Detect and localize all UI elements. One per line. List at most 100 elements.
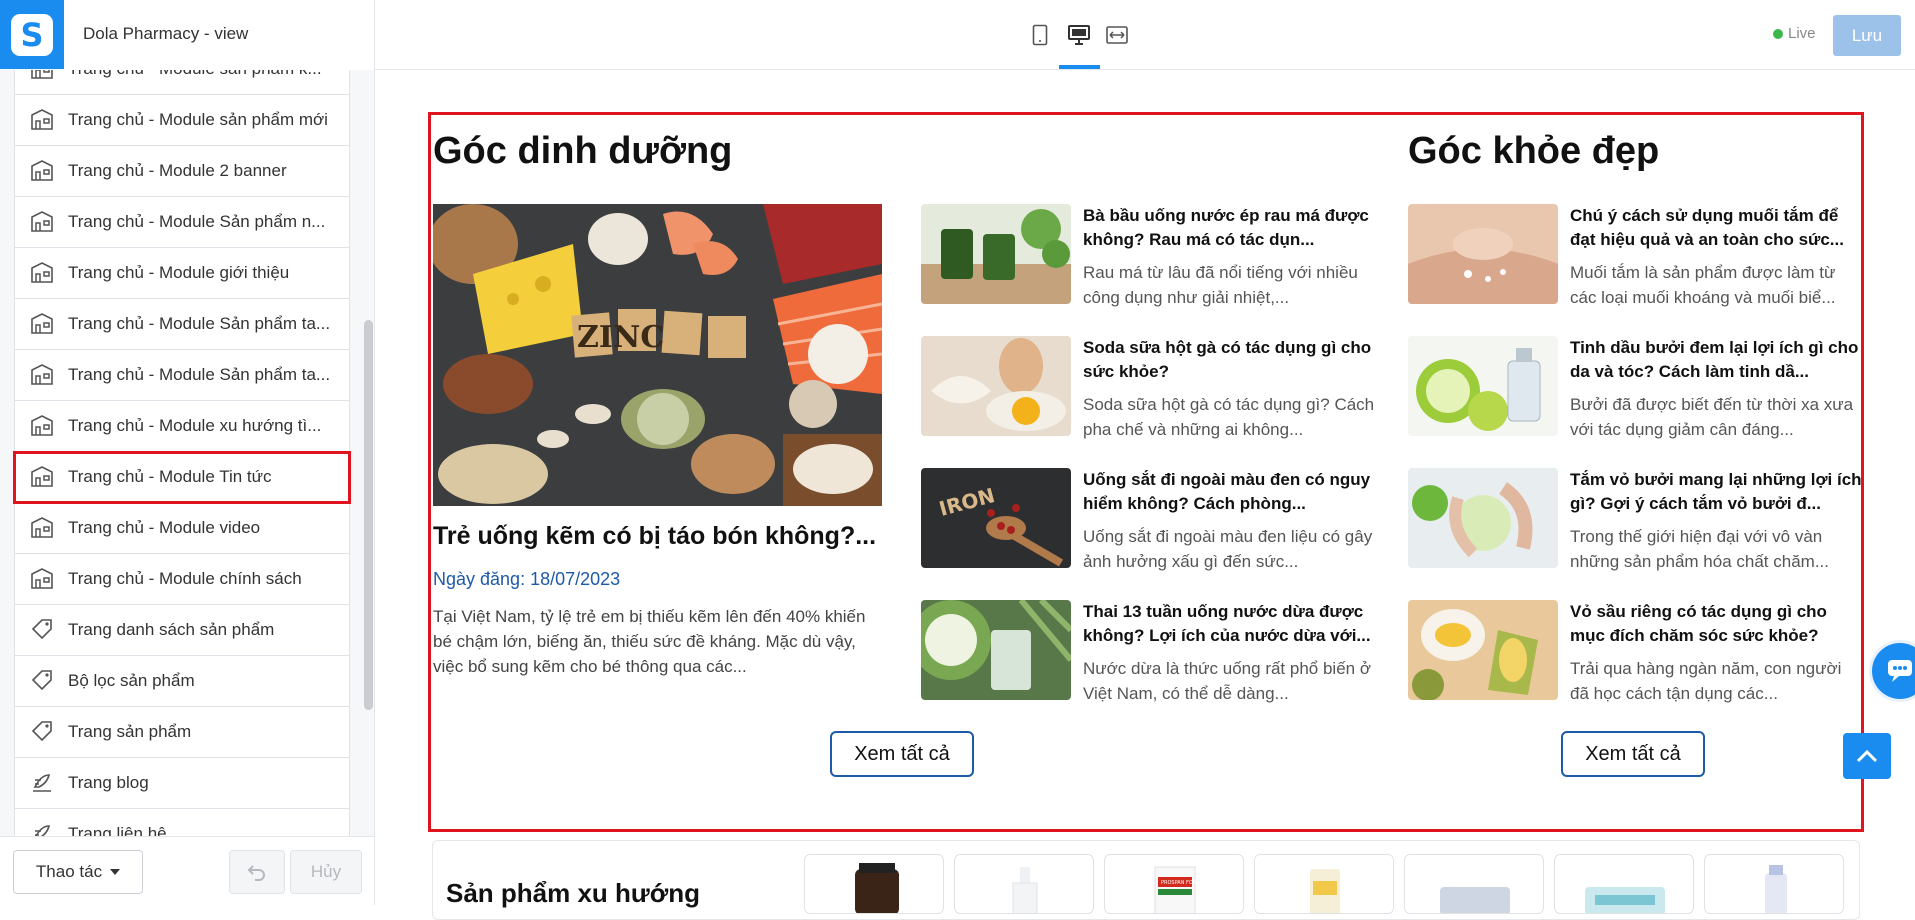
product-card[interactable]	[1704, 854, 1844, 914]
sidebar-item-label: Trang chủ - Module Sản phẩm n...	[68, 212, 326, 231]
desktop-view-icon[interactable]	[1066, 23, 1092, 47]
product-card[interactable]	[1254, 854, 1394, 914]
article-title[interactable]: Uống sắt đi ngoài màu đen có nguy hiểm k…	[1083, 468, 1375, 516]
article-thumbnail[interactable]	[1408, 204, 1558, 304]
sidebar-item[interactable]: Trang chủ - Module Sản phẩm n...	[14, 197, 350, 248]
product-card[interactable]: PROSPAN FORTE	[1104, 854, 1244, 914]
cancel-button[interactable]: Hủy	[290, 850, 362, 894]
article-desc: Soda sữa hột gà có tác dụng gì? Cách pha…	[1083, 395, 1375, 439]
tag-icon	[29, 668, 55, 694]
product-card[interactable]	[1554, 854, 1694, 914]
sidebar-item[interactable]: Trang liên hệ	[14, 809, 350, 836]
article-thumbnail[interactable]: IRON	[921, 468, 1071, 568]
sidebar-item[interactable]: Trang chủ - Module Sản phẩm ta...	[14, 350, 350, 401]
sidebar-item-label: Trang chủ - Module xu hướng tì...	[68, 416, 322, 435]
sidebar-item-label: Trang chủ - Module sản phẩm k...	[68, 70, 322, 79]
sidebar-item[interactable]: Trang sản phẩm	[14, 707, 350, 758]
article-desc: Bưởi đã được biết đến từ thời xa xưa với…	[1570, 395, 1854, 439]
article-title[interactable]: Vỏ sầu riêng có tác dụng gì cho mục đích…	[1570, 600, 1862, 648]
sidebar-item-label: Trang danh sách sản phẩm	[68, 620, 275, 639]
sidebar-item[interactable]: Trang chủ - Module sản phẩm mới	[14, 95, 350, 146]
chat-icon	[1888, 660, 1912, 682]
sidebar-item-label: Trang sản phẩm	[68, 722, 192, 741]
sidebar-item[interactable]: Trang chủ - Module chính sách	[14, 554, 350, 605]
article-desc: Muối tắm là sản phẩm được làm từ các loạ…	[1570, 263, 1836, 307]
sidebar-item-label: Trang liên hệ	[68, 824, 167, 836]
layout-icon	[29, 515, 55, 541]
article-thumbnail[interactable]	[1408, 600, 1558, 700]
layout-icon	[29, 209, 55, 235]
article-title[interactable]: Bà bầu uống nước ép rau má được không? R…	[1083, 204, 1375, 252]
article-thumbnail[interactable]	[921, 600, 1071, 700]
actions-label: Thao tác	[35, 862, 103, 881]
tag-icon	[29, 719, 55, 745]
sidebar-item[interactable]: Trang chủ - Module giới thiệu	[14, 248, 350, 299]
sidebar-item[interactable]: Bộ lọc sản phẩm	[14, 656, 350, 707]
article-thumbnail[interactable]	[921, 336, 1071, 436]
product-card[interactable]	[1404, 854, 1544, 914]
live-status: Live	[1773, 25, 1816, 42]
sidebar-item-label: Trang chủ - Module sản phẩm mới	[68, 110, 328, 129]
zinc-image-text: ZINC	[577, 320, 664, 355]
article-thumbnail[interactable]	[1408, 336, 1558, 436]
article-title[interactable]: Tinh dầu bưởi đem lại lợi ích gì cho da …	[1570, 336, 1862, 384]
undo-button[interactable]	[229, 850, 285, 894]
sidebar-item[interactable]: Trang chủ - Module xu hướng tì...	[14, 401, 350, 452]
sidebar-item-label: Trang chủ - Module Sản phẩm ta...	[68, 365, 331, 384]
sidebar-item[interactable]: Trang chủ - Module video	[14, 503, 350, 554]
app-logo[interactable]: S	[0, 0, 64, 69]
actions-dropdown-button[interactable]: Thao tác	[13, 850, 143, 894]
sidebar-item[interactable]: Trang chủ - Module Sản phẩm ta...	[14, 299, 350, 350]
sidebar-item[interactable]: Trang blog	[14, 758, 350, 809]
beauty-section-title: Góc khỏe đẹp	[1408, 130, 1660, 172]
featured-article-date: Ngày đăng: 18/07/2023	[433, 569, 621, 589]
layout-icon	[29, 464, 55, 490]
layout-icon	[29, 311, 55, 337]
article-thumbnail[interactable]	[1408, 468, 1558, 568]
layout-icon	[29, 260, 55, 286]
article-desc: Trải qua hàng ngàn năm, con người đã học…	[1570, 659, 1842, 703]
sidebar-item-label: Trang blog	[68, 773, 149, 792]
article-desc: Nước dừa là thức uống rất phổ biến ở Việ…	[1083, 659, 1371, 703]
beauty-see-all-button[interactable]: Xem tất cả	[1561, 731, 1705, 777]
sidebar-item-label: Trang chủ - Module Tin tức	[68, 467, 272, 486]
sidebar-item-label: Trang chủ - Module video	[68, 518, 261, 537]
layout-icon	[29, 158, 55, 184]
sidebar-item[interactable]: Trang chủ - Module sản phẩm k...	[14, 70, 350, 95]
sidebar-list: Trang chủ - Module sản phẩm k... Trang ch…	[13, 70, 351, 836]
blog-icon	[29, 770, 55, 796]
sidebar-item[interactable]: Trang chủ - Module 2 banner	[14, 146, 350, 197]
nutrition-section-title: Góc dinh dưỡng	[433, 130, 733, 172]
article-title[interactable]: Tắm vỏ bưởi mang lại những lợi ích gì? G…	[1570, 468, 1862, 516]
top-bar: S Dola Pharmacy - view Live Lưu	[0, 0, 1915, 70]
fullwidth-view-icon[interactable]	[1104, 23, 1130, 47]
nutrition-see-all-button[interactable]: Xem tất cả	[830, 731, 974, 777]
sidebar-scrollbar[interactable]	[364, 320, 373, 710]
product-card[interactable]	[954, 854, 1094, 914]
sidebar-item-label: Trang chủ - Module giới thiệu	[68, 263, 290, 282]
sidebar: Trang chủ - Module sản phẩm k... Trang ch…	[0, 70, 375, 836]
live-dot-icon	[1773, 28, 1783, 39]
article-title[interactable]: Thai 13 tuần uống nước dừa được không? L…	[1083, 600, 1375, 648]
article-title[interactable]: Chú ý cách sử dụng muối tắm để đạt hiệu …	[1570, 204, 1862, 252]
article-title[interactable]: Soda sữa hột gà có tác dụng gì cho sức k…	[1083, 336, 1375, 384]
back-to-top-button[interactable]	[1843, 733, 1891, 779]
sidebar-item-label: Trang chủ - Module chính sách	[68, 569, 302, 588]
featured-article-image[interactable]: ZINC	[433, 204, 882, 506]
mobile-view-icon[interactable]	[1027, 23, 1053, 47]
article-desc: Rau má từ lâu đã nổi tiếng với nhiều côn…	[1083, 263, 1358, 307]
sidebar-item[interactable]: Trang chủ - Module Tin tức	[13, 451, 351, 504]
sidebar-item-label: Bộ lọc sản phẩm	[68, 671, 195, 690]
active-view-indicator	[1059, 65, 1100, 69]
sidebar-footer: Thao tác Hủy	[0, 836, 375, 905]
live-label: Live	[1788, 25, 1816, 42]
undo-icon	[247, 865, 265, 881]
chevron-up-icon	[1856, 749, 1878, 763]
sidebar-item[interactable]: Trang danh sách sản phẩm	[14, 605, 350, 656]
featured-article-title[interactable]: Trẻ uống kẽm có bị táo bón không?...	[433, 522, 883, 551]
save-button[interactable]: Lưu	[1833, 15, 1901, 56]
article-thumbnail[interactable]	[921, 204, 1071, 304]
layout-icon	[29, 413, 55, 439]
product-card[interactable]	[804, 854, 944, 914]
app-title: Dola Pharmacy - view	[83, 24, 249, 43]
